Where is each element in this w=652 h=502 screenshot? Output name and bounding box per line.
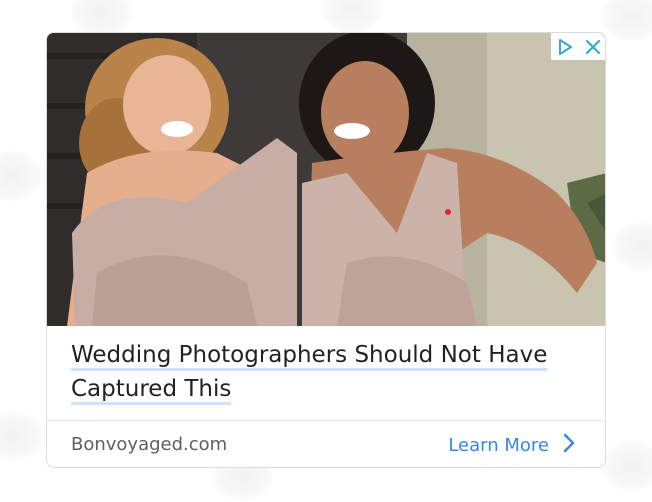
headline-line-1: Wedding Photographers Should Not Have (71, 342, 548, 371)
learn-more-label: Learn More (448, 435, 549, 456)
chevron-right-icon (563, 433, 575, 458)
ad-badge (551, 33, 605, 60)
close-x-icon[interactable] (582, 36, 604, 58)
background-watermark (320, 0, 384, 34)
background-watermark (610, 220, 652, 272)
advertiser-name: Bonvoyaged.com (71, 434, 228, 455)
ad-photo-illustration (47, 33, 605, 326)
background-watermark (600, 440, 652, 492)
learn-more-button[interactable]: Learn More (448, 433, 575, 458)
background-watermark (0, 410, 46, 462)
background-watermark (600, 0, 652, 42)
headline-link[interactable]: Wedding Photographers Should Not Have Ca… (71, 338, 581, 406)
headline-line-2: Captured This (71, 376, 232, 405)
ad-image[interactable] (47, 33, 605, 326)
ad-footer: Bonvoyaged.com Learn More (47, 421, 605, 467)
background-watermark (0, 150, 44, 202)
ad-card[interactable]: Wedding Photographers Should Not Have Ca… (46, 32, 606, 468)
adchoices-play-icon[interactable] (554, 36, 576, 58)
ad-headline[interactable]: Wedding Photographers Should Not Have Ca… (71, 338, 581, 406)
